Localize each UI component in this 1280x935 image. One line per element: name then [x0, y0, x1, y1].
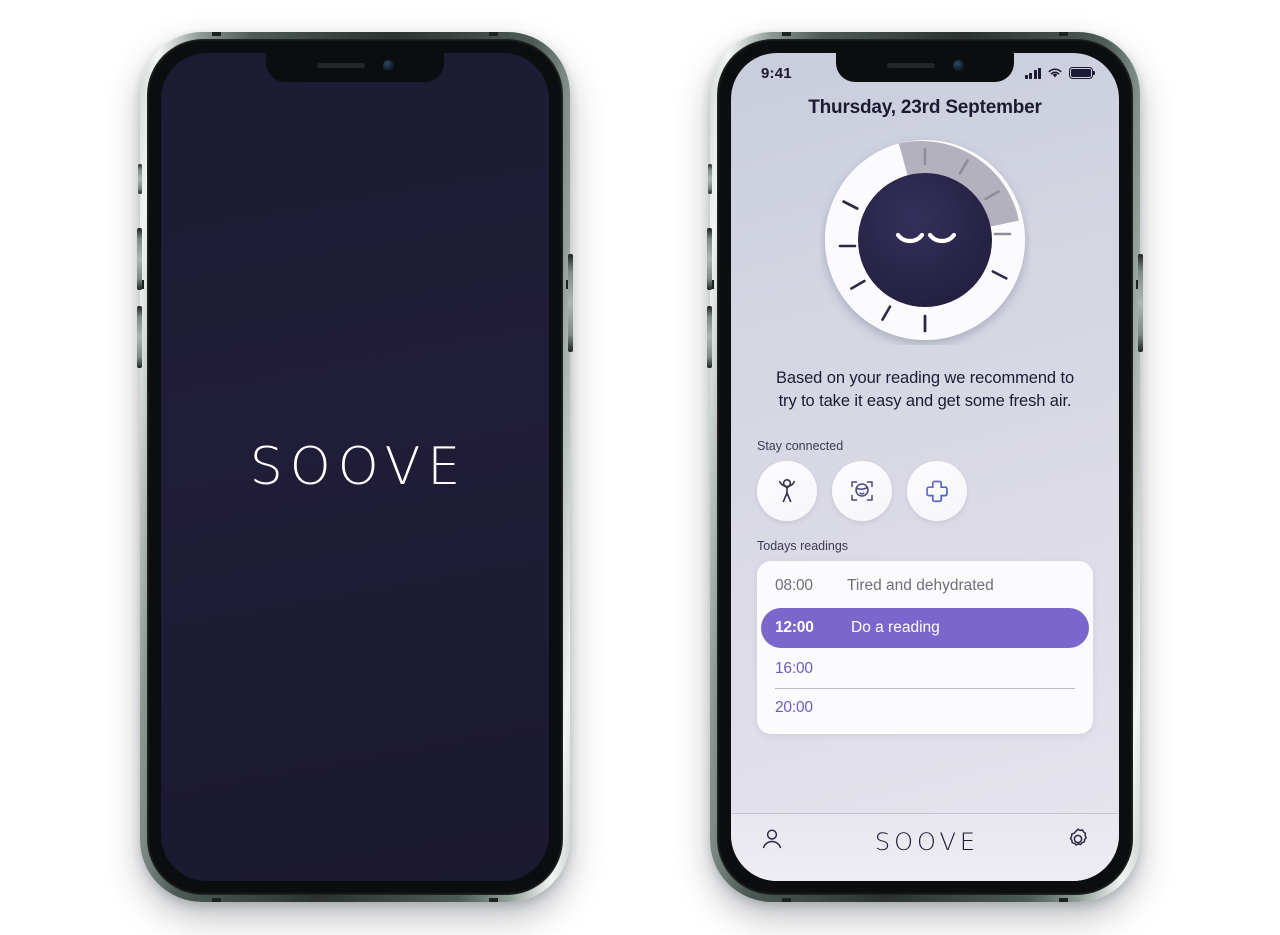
gauge-container — [731, 135, 1119, 345]
phone-bezel: SOOVE — [147, 39, 563, 895]
add-action-button[interactable] — [907, 460, 967, 521]
todays-readings-label: Todays readings — [757, 538, 849, 553]
mood-gauge[interactable] — [820, 135, 1030, 345]
recommendation-text: Based on your reading we recommend to tr… — [775, 369, 1075, 410]
cellular-signal-icon — [1024, 67, 1041, 79]
front-camera — [952, 60, 964, 71]
phone-splash: SOOVE — [137, 32, 573, 902]
reading-row[interactable]: 20:00 — [757, 689, 1093, 728]
reading-row[interactable]: 08:00 Tired and dehydrated — [757, 567, 1093, 606]
mockup-canvas: SOOVE 9:41 Thursday, 23rd September Base… — [0, 0, 1280, 935]
reading-time: 12:00 — [775, 618, 814, 636]
antenna-band — [782, 32, 791, 36]
reading-description: Do a reading — [851, 618, 940, 636]
page-title: Thursday, 23rd September — [808, 97, 1042, 118]
phone-notch — [266, 53, 444, 82]
volume-down-button[interactable] — [707, 306, 712, 368]
settings-nav-button[interactable] — [1065, 826, 1091, 857]
plus-icon — [926, 480, 948, 502]
soove-logo-nav[interactable]: SOOVE — [871, 828, 979, 856]
readings-card: 08:00 Tired and dehydrated 12:00 Do a re… — [757, 560, 1093, 734]
antenna-band — [1059, 32, 1068, 36]
stay-connected-label: Stay connected — [757, 438, 844, 453]
stretch-person-icon — [778, 478, 796, 503]
stay-connected-actions — [731, 460, 1119, 521]
antenna-band — [489, 898, 498, 902]
phone-notch — [836, 53, 1014, 82]
status-icons — [1024, 67, 1096, 79]
reading-row-active[interactable]: 12:00 Do a reading — [761, 607, 1089, 648]
reading-row[interactable]: 16:00 — [757, 650, 1093, 689]
volume-up-button[interactable] — [137, 228, 142, 290]
soove-logo-splash: SOOVE — [249, 437, 468, 497]
reading-description: Tired and dehydrated — [847, 577, 994, 595]
antenna-band — [212, 898, 221, 902]
app-background: 9:41 Thursday, 23rd September Based on y… — [731, 53, 1119, 881]
earpiece-speaker — [316, 63, 365, 68]
phone-frame-outer: SOOVE — [140, 32, 570, 902]
power-button[interactable] — [568, 254, 573, 352]
antenna-band — [212, 32, 221, 36]
power-button[interactable] — [1138, 254, 1143, 352]
reading-time: 16:00 — [775, 660, 813, 678]
earpiece-speaker — [886, 63, 935, 68]
bottom-nav-bar: SOOVE — [731, 813, 1119, 881]
face-scan-action-button[interactable] — [832, 460, 892, 521]
splash-screen: SOOVE — [161, 53, 549, 881]
battery-icon — [1069, 67, 1096, 79]
reading-time: 08:00 — [775, 577, 813, 595]
status-time: 9:41 — [761, 64, 792, 82]
phone-bezel: 9:41 Thursday, 23rd September Based on y… — [717, 39, 1133, 895]
volume-up-button[interactable] — [707, 228, 712, 290]
face-scan-icon — [851, 481, 873, 501]
front-camera — [382, 60, 394, 71]
antenna-band — [1059, 898, 1068, 902]
volume-down-button[interactable] — [137, 306, 142, 368]
reading-time: 20:00 — [775, 699, 813, 717]
antenna-band — [782, 898, 791, 902]
wifi-icon — [1048, 68, 1062, 78]
app-screen: 9:41 Thursday, 23rd September Based on y… — [731, 53, 1119, 881]
phone-frame-outer: 9:41 Thursday, 23rd September Based on y… — [710, 32, 1140, 902]
splash-background: SOOVE — [161, 53, 549, 881]
silent-switch[interactable] — [708, 164, 712, 194]
gear-icon — [1069, 828, 1087, 846]
mood-gauge-graphic — [825, 140, 1025, 340]
silent-switch[interactable] — [138, 164, 142, 194]
profile-nav-button[interactable] — [759, 826, 785, 857]
antenna-band — [489, 32, 498, 36]
stretch-action-button[interactable] — [757, 460, 817, 521]
phone-app: 9:41 Thursday, 23rd September Based on y… — [707, 32, 1143, 902]
person-icon — [762, 829, 782, 849]
